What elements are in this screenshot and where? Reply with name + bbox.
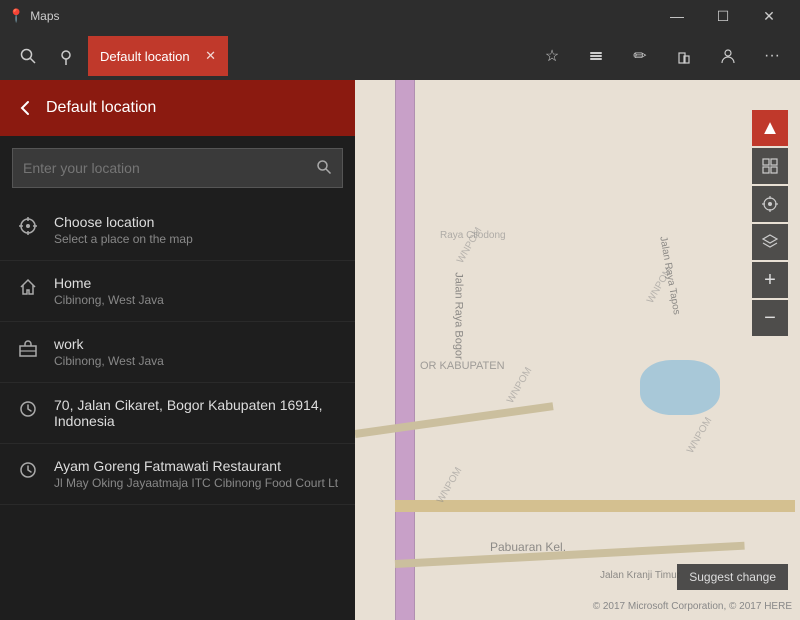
work-subtitle: Cibinong, West Java — [54, 354, 164, 368]
map-road-main — [395, 80, 415, 620]
choose-location-content: Choose location Select a place on the ma… — [54, 214, 193, 246]
toolbar-search-button[interactable] — [8, 36, 48, 76]
maximize-button[interactable]: ☐ — [700, 0, 746, 32]
toolbar-right: ☆ ✏ ··· — [532, 36, 792, 76]
map-controls: ▲ + − — [752, 110, 788, 336]
zoom-out-button[interactable]: − — [752, 300, 788, 336]
layers-control-button[interactable] — [752, 224, 788, 260]
choose-location-icon — [16, 216, 40, 241]
search-box[interactable] — [12, 148, 343, 188]
map-copyright: © 2017 Microsoft Corporation, © 2017 HER… — [593, 601, 792, 612]
recent-subtitle-2: Jl May Oking Jayaatmaja ITC Cibinong Foo… — [54, 476, 338, 490]
location-menu: Choose location Select a place on the ma… — [0, 200, 355, 505]
sidebar-title: Default location — [46, 99, 156, 117]
toolbar-location-icon — [48, 36, 84, 76]
map-road-label-3: Jalan Kranji Timur — [600, 570, 680, 581]
more-button[interactable]: ··· — [752, 36, 792, 76]
home-subtitle: Cibinong, West Java — [54, 293, 164, 307]
app-icon: 📍 — [8, 8, 24, 24]
recent-icon-2 — [16, 460, 40, 485]
sidebar-header: Default location — [0, 80, 355, 136]
work-content: work Cibinong, West Java — [54, 336, 164, 368]
recent-item-2[interactable]: Ayam Goreng Fatmawati Restaurant Jl May … — [0, 444, 355, 505]
choose-location-subtitle: Select a place on the map — [54, 232, 193, 246]
draw-button[interactable]: ✏ — [620, 36, 660, 76]
choose-location-title: Choose location — [54, 214, 193, 230]
favorites-button[interactable]: ☆ — [532, 36, 572, 76]
suggest-change-button[interactable]: Suggest change — [677, 564, 788, 590]
home-content: Home Cibinong, West Java — [54, 275, 164, 307]
home-title: Home — [54, 275, 164, 291]
recent-title-2: Ayam Goreng Fatmawati Restaurant — [54, 458, 338, 474]
work-icon — [16, 338, 40, 363]
account-button[interactable] — [708, 36, 748, 76]
recent-title-1: 70, Jalan Cikaret, Bogor Kabupaten 16914… — [54, 397, 339, 429]
app-toolbar: Default location ✕ ☆ ✏ ··· — [0, 32, 800, 80]
layers-button[interactable] — [576, 36, 616, 76]
work-title: work — [54, 336, 164, 352]
map-water — [640, 360, 720, 415]
search-icon[interactable] — [316, 159, 332, 178]
title-bar-controls: — ☐ ✕ — [654, 0, 792, 32]
close-button[interactable]: ✕ — [746, 0, 792, 32]
home-icon — [16, 277, 40, 302]
app-title: Maps — [30, 9, 59, 23]
choose-location-item[interactable]: Choose location Select a place on the ma… — [0, 200, 355, 261]
recent-content-1: 70, Jalan Cikaret, Bogor Kabupaten 16914… — [54, 397, 339, 429]
tab-label: Default location — [100, 49, 190, 64]
map-road-small-1 — [354, 402, 553, 438]
default-location-tab[interactable]: Default location ✕ — [88, 36, 228, 76]
grid-button[interactable] — [752, 148, 788, 184]
map-road-horizontal-1 — [395, 500, 795, 512]
map-watermark-5: WNPOM — [685, 416, 714, 456]
zoom-in-button[interactable]: + — [752, 262, 788, 298]
buildings-button[interactable] — [664, 36, 704, 76]
home-item[interactable]: Home Cibinong, West Java — [0, 261, 355, 322]
sidebar-panel: Default location — [0, 80, 355, 620]
compass-button[interactable]: ▲ — [752, 110, 788, 146]
map-place-3: Pabuaran Kel. — [490, 540, 566, 554]
recent-item-1[interactable]: 70, Jalan Cikaret, Bogor Kabupaten 16914… — [0, 383, 355, 444]
map-watermark-2: WNPOM — [505, 366, 534, 406]
minimize-button[interactable]: — — [654, 0, 700, 32]
title-bar: 📍 Maps — ☐ ✕ — [0, 0, 800, 32]
work-item[interactable]: work Cibinong, West Java — [0, 322, 355, 383]
title-bar-left: 📍 Maps — [8, 8, 60, 24]
recent-content-2: Ayam Goreng Fatmawati Restaurant Jl May … — [54, 458, 338, 490]
location-search-input[interactable] — [23, 160, 316, 176]
map-place-2: OR KABUPATEN — [420, 360, 505, 372]
recent-icon-1 — [16, 399, 40, 424]
back-button[interactable] — [16, 99, 34, 117]
tab-close-icon[interactable]: ✕ — [205, 48, 216, 64]
map-road-label-1: Jalan Raya Bogor — [453, 272, 465, 359]
map-place-1: Raya Cilodong — [440, 230, 506, 241]
target-button[interactable] — [752, 186, 788, 222]
main-content: WNPOM WNPOM WNPOM WNPOM WNPOM Jalan Raya… — [0, 80, 800, 620]
